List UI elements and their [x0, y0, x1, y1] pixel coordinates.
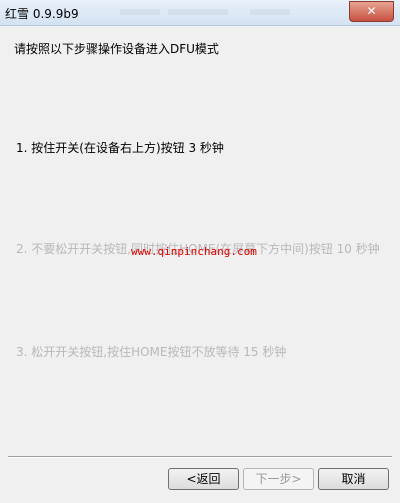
back-button[interactable]: <返回	[168, 468, 239, 490]
step-3: 3. 松开开关按钮,按住HOME按钮不放等待 15 秒钟	[16, 345, 287, 359]
title-bar-ghost	[250, 9, 290, 15]
window-title: 红雪 0.9.9b9	[5, 7, 79, 21]
step-1: 1. 按住开关(在设备右上方)按钮 3 秒钟	[16, 141, 224, 155]
close-icon: ✕	[366, 4, 377, 18]
title-bar-ghost	[168, 9, 228, 15]
next-button[interactable]: 下一步>	[243, 468, 314, 490]
title-bar: 红雪 0.9.9b9 ✕	[0, 0, 400, 26]
watermark-text: www.qinpinchang.com	[131, 245, 257, 258]
footer-divider	[8, 456, 392, 458]
instructions-heading: 请按照以下步骤操作设备进入DFU模式	[14, 42, 219, 56]
wizard-content: 请按照以下步骤操作设备进入DFU模式 1. 按住开关(在设备右上方)按钮 3 秒…	[0, 26, 400, 456]
close-button[interactable]: ✕	[349, 1, 394, 22]
cancel-button[interactable]: 取消	[318, 468, 389, 490]
title-bar-ghost	[120, 9, 160, 15]
